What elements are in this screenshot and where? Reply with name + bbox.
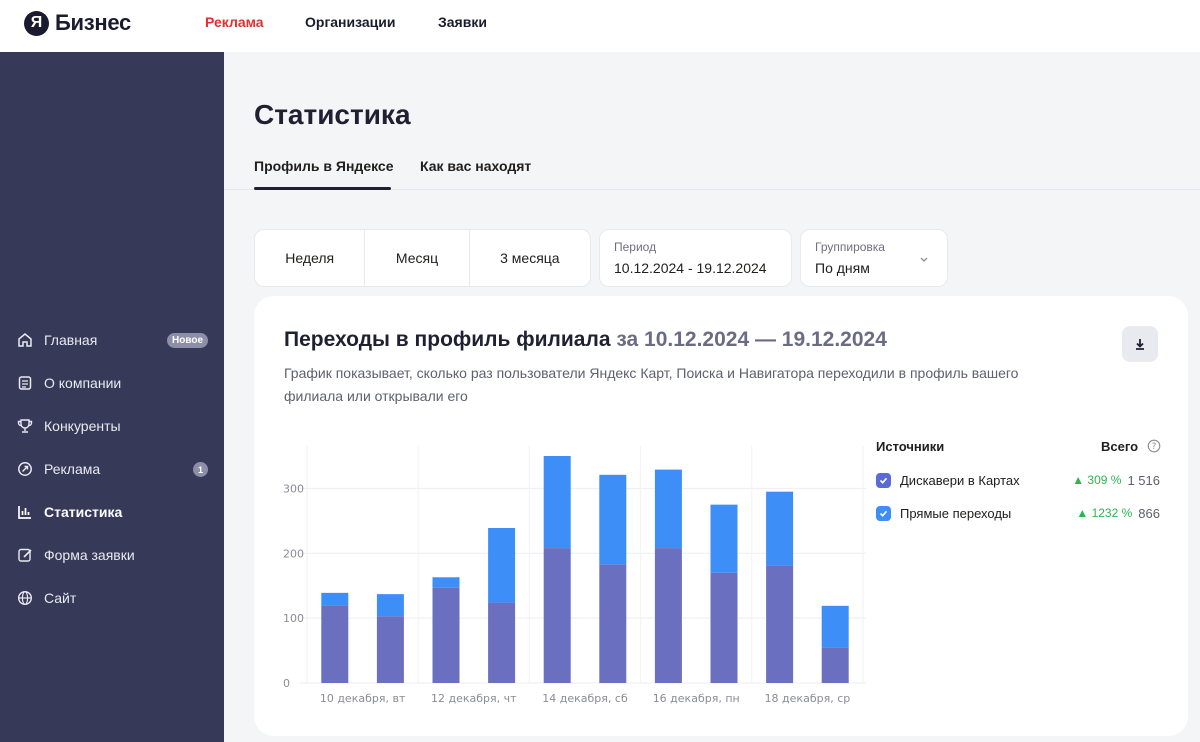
bar-discovery: [766, 565, 794, 683]
legend-label: Прямые переходы: [900, 505, 1012, 521]
x-tick-label: 16 декабря, пн: [653, 692, 740, 705]
nav-requests[interactable]: Заявки: [438, 14, 487, 30]
checkbox-checked[interactable]: [876, 472, 891, 488]
yandex-business-logo[interactable]: Я Бизнес: [24, 10, 131, 36]
sidebar-item-about[interactable]: О компании: [16, 372, 121, 394]
chevron-down-icon: [920, 257, 928, 262]
bar-discovery: [543, 548, 571, 683]
active-tab-indicator: [254, 187, 391, 190]
help-icon[interactable]: ?: [1147, 439, 1161, 453]
x-tick-label: 12 декабря, чт: [431, 692, 517, 705]
bar-discovery: [599, 564, 627, 683]
x-tick-label: 14 декабря, сб: [542, 692, 628, 705]
x-tick-label: 18 декабря, ср: [765, 692, 851, 705]
bar-direct: [710, 504, 738, 573]
y-tick-label: 100: [283, 612, 304, 625]
bar-direct: [654, 469, 682, 549]
bar-direct: [821, 605, 849, 648]
period-preset-group: Неделя Месяц 3 месяца: [254, 229, 591, 287]
sidebar-item-ads[interactable]: Реклама: [16, 458, 100, 480]
legend-item-direct[interactable]: Прямые переходы ▲ 1232 % 866: [876, 504, 1160, 522]
y-tick-label: 200: [283, 547, 304, 560]
legend-total: 866: [1138, 505, 1160, 521]
x-tick-label: 10 декабря, вт: [320, 692, 406, 705]
bar-discovery: [654, 548, 682, 683]
home-icon: [16, 331, 34, 349]
tab-how-found[interactable]: Как вас находят: [420, 158, 531, 174]
top-bar: Я Бизнес Реклама Организации Заявки: [0, 0, 1200, 52]
legend-sources-header: Источники: [876, 439, 945, 454]
bar-discovery: [432, 587, 460, 683]
period-month-button[interactable]: Месяц: [365, 230, 470, 286]
document-icon: [16, 374, 34, 392]
globe-icon: [16, 589, 34, 607]
sidebar-item-label: Сайт: [44, 590, 77, 606]
legend-label: Дискавери в Картах: [900, 472, 1020, 488]
page-title: Статистика: [254, 99, 411, 130]
bar-direct: [488, 527, 516, 603]
new-badge: Новое: [167, 333, 209, 348]
bar-direct: [766, 491, 794, 566]
bar-direct: [543, 456, 571, 549]
period-week-button[interactable]: Неделя: [255, 230, 366, 286]
sidebar-item-site[interactable]: Сайт: [16, 587, 76, 609]
chart-icon: [16, 503, 34, 521]
bar-discovery: [376, 616, 404, 683]
bar-discovery: [321, 605, 349, 683]
bar-direct: [376, 594, 404, 617]
chart-card: Переходы в профиль филиала за 10.12.2024…: [254, 296, 1188, 736]
logo-letter: Я: [24, 10, 49, 36]
sidebar-item-label: Статистика: [44, 504, 123, 520]
bar-direct: [599, 474, 627, 565]
period-field-label: Период: [614, 240, 657, 254]
sidebar-item-label: Форма заявки: [44, 547, 135, 563]
y-tick-label: 300: [283, 482, 304, 495]
ads-icon: [16, 460, 34, 478]
legend-item-discovery[interactable]: Дискавери в Картах ▲ 309 % 1 516: [876, 471, 1160, 489]
y-tick-label: 0: [283, 677, 290, 690]
tab-yandex-profile[interactable]: Профиль в Яндексе: [254, 158, 394, 174]
sidebar-item-home[interactable]: Главная: [16, 329, 97, 351]
ads-count-badge: 1: [193, 462, 208, 477]
sidebar-item-label: Реклама: [44, 461, 101, 477]
period-field-value: 10.12.2024 - 19.12.2024: [614, 260, 767, 276]
sidebar: Главная Новое О компании Конкуренты Рекл…: [0, 52, 224, 742]
check-icon: [879, 477, 888, 484]
check-icon: [879, 510, 888, 517]
grouping-select-value: По дням: [815, 260, 870, 276]
legend-growth: ▲ 309 %: [1072, 473, 1122, 487]
nav-ads[interactable]: Реклама: [205, 14, 264, 30]
legend-growth: ▲ 1232 %: [1076, 506, 1133, 520]
sidebar-item-label: Главная: [44, 332, 98, 348]
grouping-select-label: Группировка: [815, 240, 885, 254]
period-field[interactable]: Период 10.12.2024 - 19.12.2024: [599, 229, 792, 287]
sidebar-item-statistics[interactable]: Статистика: [16, 501, 122, 523]
logo-text: Бизнес: [55, 10, 131, 35]
bar-discovery: [821, 647, 849, 683]
bar-discovery: [488, 602, 516, 683]
bar-direct: [432, 577, 460, 588]
sidebar-item-label: О компании: [44, 375, 122, 391]
bar-discovery: [710, 572, 738, 683]
sidebar-item-label: Конкуренты: [44, 418, 121, 434]
sidebar-item-competitors[interactable]: Конкуренты: [16, 415, 121, 437]
checkbox-checked[interactable]: [876, 505, 891, 521]
legend-total-header: Всего: [1101, 439, 1139, 454]
bar-direct: [321, 592, 349, 606]
period-3months-button[interactable]: 3 месяца: [470, 230, 590, 286]
grouping-select[interactable]: Группировка По дням: [800, 229, 948, 287]
sidebar-item-request-form[interactable]: Форма заявки: [16, 544, 135, 566]
edit-icon: [16, 546, 34, 564]
trophy-icon: [16, 417, 34, 435]
svg-text:?: ?: [1152, 442, 1157, 452]
legend-total: 1 516: [1127, 472, 1160, 488]
nav-organizations[interactable]: Организации: [305, 14, 396, 30]
